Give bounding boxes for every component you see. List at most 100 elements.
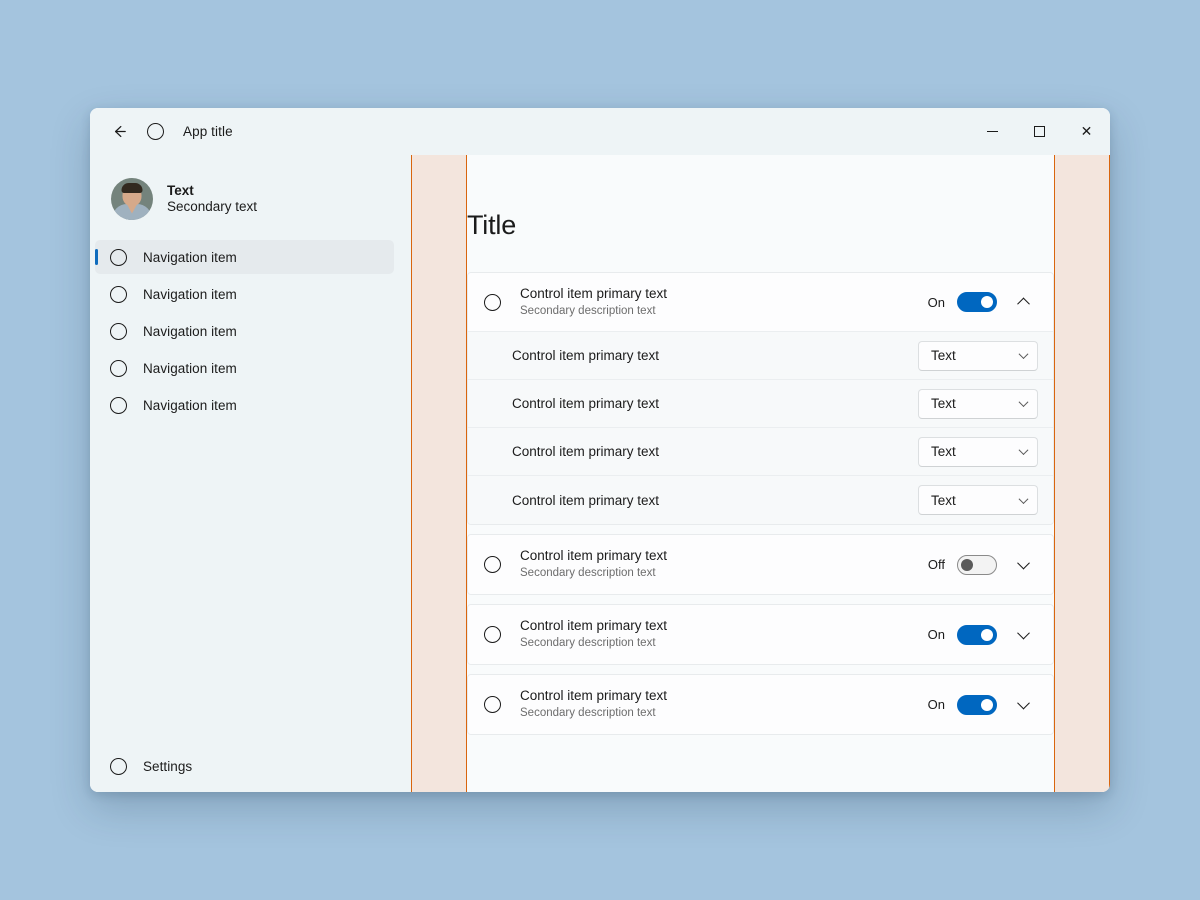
- avatar-hair: [121, 182, 143, 193]
- control-item-text-group: Control item primary text Secondary descr…: [520, 687, 928, 722]
- nav-item-circle-icon: [110, 285, 127, 303]
- window-body: Text Secondary text Navigation item Navig…: [90, 155, 1110, 792]
- arrow-left-icon: [114, 125, 126, 138]
- margin-guide-left: [411, 155, 467, 792]
- collapse-button[interactable]: [1008, 287, 1038, 317]
- toggle-switch[interactable]: [957, 292, 997, 312]
- sidebar-item-navigation-label: Navigation item: [143, 397, 237, 413]
- control-item-secondary-text: Secondary description text: [520, 707, 656, 720]
- sidebar-item-settings-label: Settings: [143, 758, 193, 774]
- title-bar: App title ✕: [90, 108, 1110, 155]
- sidebar-item-settings[interactable]: Settings: [95, 749, 394, 783]
- app-window: App title ✕ Text Secondary text Navigati…: [90, 108, 1110, 792]
- chevron-down-icon: [1016, 556, 1030, 570]
- dropdown-value: Text: [931, 396, 956, 411]
- minimize-button[interactable]: [969, 108, 1016, 155]
- control-item-primary-text: Control item primary text: [520, 548, 668, 564]
- back-button[interactable]: [102, 116, 136, 148]
- control-sub-row-0-3: Control item primary text Text: [468, 476, 1053, 524]
- control-sub-row-0-2: Control item primary text Text: [468, 428, 1053, 476]
- sidebar-item-navigation-0[interactable]: Navigation item: [95, 240, 394, 274]
- app-title: App title: [183, 124, 233, 139]
- toggle-switch[interactable]: [957, 554, 997, 575]
- dropdown-select[interactable]: Text: [918, 340, 1038, 371]
- settings-card-1: Control item primary text Secondary descr…: [467, 534, 1054, 595]
- profile-block[interactable]: Text Secondary text: [90, 155, 411, 227]
- chevron-up-icon: [1016, 297, 1030, 310]
- control-item-text-group: Control item primary text Secondary descr…: [520, 285, 928, 320]
- toggle-state-label: Off: [927, 557, 945, 572]
- control-item-primary-text: Control item primary text: [520, 618, 668, 634]
- page-title: Title: [467, 210, 517, 240]
- toggle-knob: [981, 628, 993, 641]
- sidebar-item-navigation-label: Navigation item: [143, 286, 237, 302]
- sidebar-item-navigation-2[interactable]: Navigation item: [95, 314, 394, 348]
- dropdown-value: Text: [931, 492, 956, 508]
- control-item-header-0[interactable]: Control item primary text Secondary descr…: [468, 273, 1053, 332]
- nav-selection-indicator: [95, 249, 98, 265]
- control-item-header-3[interactable]: Control item primary text Secondary descr…: [468, 675, 1053, 734]
- expand-button[interactable]: [1008, 690, 1038, 720]
- control-sub-row-0-0: Control item primary text Text: [468, 332, 1053, 380]
- control-item-secondary-text: Secondary description text: [520, 637, 656, 650]
- settings-icon: [110, 757, 127, 775]
- nav-item-circle-icon: [110, 396, 127, 414]
- sidebar-item-navigation-label: Navigation item: [143, 249, 237, 265]
- chevron-down-icon: [1018, 397, 1029, 408]
- app-icon-circle: [146, 123, 164, 140]
- control-item-secondary-text: Secondary description text: [520, 304, 656, 317]
- content-area: Title Control item primary text Secondary…: [411, 155, 1110, 792]
- close-icon: ✕: [1080, 123, 1093, 140]
- settings-card-2: Control item primary text Secondary descr…: [467, 604, 1054, 665]
- dropdown-value: Text: [931, 348, 956, 363]
- profile-secondary-text: Secondary text: [167, 199, 258, 214]
- control-item-circle-icon: [484, 696, 501, 713]
- dropdown-select[interactable]: Text: [918, 388, 1038, 419]
- control-sub-row-label: Control item primary text: [512, 396, 660, 411]
- control-item-primary-text: Control item primary text: [520, 285, 668, 301]
- content-scroll-region[interactable]: Title Control item primary text Secondary…: [467, 155, 1054, 792]
- chevron-down-icon: [1018, 349, 1029, 360]
- control-item-secondary-text: Secondary description text: [520, 567, 656, 580]
- toggle-state-label: On: [927, 697, 945, 712]
- control-item-controls: On: [928, 287, 1038, 317]
- profile-primary-text: Text: [167, 183, 194, 198]
- close-button[interactable]: ✕: [1063, 108, 1110, 155]
- expand-button[interactable]: [1008, 620, 1038, 650]
- toggle-state-label: On: [927, 627, 945, 642]
- sidebar-item-navigation-1[interactable]: Navigation item: [95, 277, 394, 311]
- profile-text-group: Text Secondary text: [167, 183, 257, 214]
- navigation-list: Navigation item Navigation item Navigation…: [90, 240, 411, 422]
- control-item-controls: Off: [928, 550, 1038, 580]
- control-sub-row-label: Control item primary text: [512, 444, 660, 459]
- maximize-icon: [1034, 126, 1045, 137]
- nav-item-circle-icon: [110, 359, 127, 377]
- dropdown-select[interactable]: Text: [918, 485, 1038, 515]
- toggle-switch[interactable]: [957, 694, 997, 715]
- toggle-switch[interactable]: [957, 624, 997, 645]
- margin-guide-right: [1054, 155, 1110, 792]
- toggle-knob: [981, 698, 993, 711]
- maximize-button[interactable]: [1016, 108, 1063, 155]
- dropdown-select[interactable]: Text: [918, 436, 1038, 467]
- sidebar-item-navigation-4[interactable]: Navigation item: [95, 388, 394, 422]
- chevron-down-icon: [1018, 493, 1029, 504]
- sidebar-item-navigation-label: Navigation item: [143, 360, 237, 376]
- sidebar-item-navigation-3[interactable]: Navigation item: [95, 351, 394, 385]
- minimize-icon: [987, 130, 998, 133]
- control-item-circle-icon: [484, 556, 501, 573]
- settings-card-list: Control item primary text Secondary descr…: [467, 272, 1054, 735]
- chevron-down-icon: [1016, 696, 1030, 710]
- control-item-circle-icon: [484, 626, 501, 643]
- app-icon: [140, 116, 170, 148]
- toggle-knob: [981, 296, 993, 308]
- toggle-state-label: On: [927, 294, 945, 310]
- chevron-down-icon: [1016, 626, 1030, 640]
- nav-item-circle-icon: [110, 248, 127, 266]
- control-item-header-1[interactable]: Control item primary text Secondary descr…: [468, 535, 1053, 594]
- window-caption-buttons: ✕: [969, 108, 1110, 155]
- control-item-header-2[interactable]: Control item primary text Secondary descr…: [468, 605, 1053, 664]
- expand-button[interactable]: [1008, 550, 1038, 580]
- sidebar: Text Secondary text Navigation item Navig…: [90, 155, 411, 792]
- toggle-knob: [961, 558, 973, 571]
